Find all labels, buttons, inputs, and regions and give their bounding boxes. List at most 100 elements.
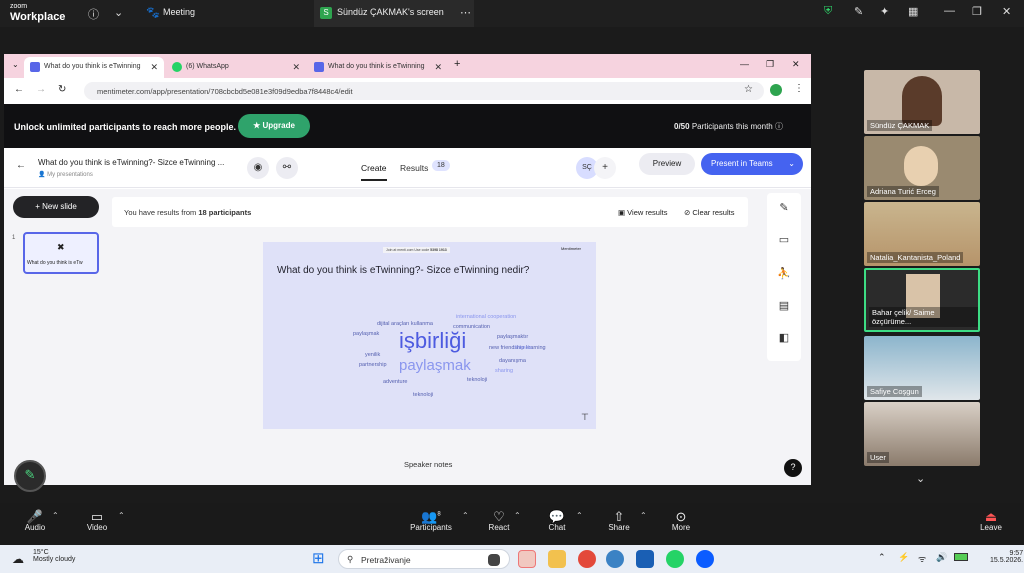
minimize-icon[interactable]: — bbox=[944, 5, 955, 17]
more-button[interactable]: ⊙ More bbox=[666, 503, 696, 532]
chevron-up-icon[interactable]: ⌃ bbox=[576, 511, 583, 520]
participant-video[interactable]: Sündüz ÇAKMAK bbox=[864, 70, 980, 134]
volume-icon[interactable]: 🔊 bbox=[936, 552, 947, 563]
share-indicator[interactable]: S Sündüz ÇAKMAK's screen bbox=[314, 0, 474, 27]
scroll-down-icon[interactable]: ⌄ bbox=[916, 472, 925, 485]
chevron-up-icon[interactable]: ⌃ bbox=[118, 511, 125, 520]
maximize-icon[interactable]: ❐ bbox=[766, 59, 774, 70]
back-icon[interactable]: ← bbox=[14, 84, 24, 95]
participants-button[interactable]: 👥8 Participants bbox=[404, 503, 458, 532]
chevron-up-icon[interactable]: ⌃ bbox=[514, 511, 521, 520]
presentation-title[interactable]: What do you think is eTwinning?- Sizce e… bbox=[38, 158, 224, 167]
more-icon: ⊙ bbox=[675, 509, 687, 524]
task-view-icon[interactable] bbox=[488, 554, 500, 566]
share-label: Share bbox=[608, 523, 630, 532]
bookmark-star-icon[interactable]: ☆ bbox=[744, 84, 753, 95]
slide-canvas[interactable]: Join at menti.com Use code 5398 1913 Men… bbox=[263, 242, 596, 429]
annotate-icon[interactable]: ✎ bbox=[854, 5, 863, 18]
upgrade-button[interactable]: ★ Upgrade bbox=[238, 114, 310, 138]
comment-icon[interactable]: ▭ bbox=[767, 233, 801, 246]
taskbar-search[interactable]: ⚲ Pretraživanje bbox=[338, 549, 510, 569]
windows-start-icon[interactable]: ⊞ bbox=[312, 549, 325, 567]
leave-icon: ⏏ bbox=[984, 509, 998, 524]
back-arrow-icon[interactable]: ← bbox=[16, 160, 26, 171]
network-icon[interactable]: ⚡ bbox=[898, 552, 909, 563]
new-tab-icon[interactable]: + bbox=[454, 58, 460, 70]
zoom-taskbar-icon[interactable] bbox=[696, 550, 714, 568]
presenter-icon[interactable]: ▤ bbox=[767, 299, 801, 312]
clear-results-button[interactable]: ⊘ Clear results bbox=[684, 208, 734, 217]
chevron-up-icon[interactable]: ⌃ bbox=[462, 511, 469, 520]
tab-menti-2[interactable]: What do you think is eTwinning ✕ bbox=[308, 57, 448, 78]
add-collaborator-icon[interactable]: + bbox=[594, 157, 616, 179]
speaker-notes[interactable]: Speaker notes bbox=[404, 460, 452, 469]
interactivity-icon[interactable]: ⛹ bbox=[767, 267, 801, 280]
participant-video[interactable]: User bbox=[864, 402, 980, 466]
share-network-icon[interactable]: ⚯ bbox=[276, 157, 298, 179]
chrome-icon[interactable] bbox=[578, 550, 596, 568]
audio-button[interactable]: 🎤 Audio bbox=[20, 503, 50, 532]
clock[interactable]: 9:57 15.5.2026. bbox=[990, 550, 1023, 564]
reload-icon[interactable]: ↻ bbox=[58, 84, 66, 95]
view-icon[interactable]: ▦ bbox=[908, 5, 918, 18]
browser-icon[interactable] bbox=[606, 550, 624, 568]
new-slide-button[interactable]: + New slide bbox=[13, 196, 99, 218]
layout-icon[interactable]: ◧ bbox=[767, 331, 801, 344]
close-tab-icon[interactable]: ✕ bbox=[434, 62, 442, 73]
tab-create[interactable]: Create bbox=[361, 163, 387, 181]
slide-thumbnail[interactable]: ✖ What do you think is eTw bbox=[23, 232, 99, 274]
participant-video[interactable]: Natalia_Kantanista_Poland bbox=[864, 202, 980, 266]
chevron-up-icon[interactable]: ⌃ bbox=[52, 511, 59, 520]
participant-video-active[interactable]: Bahar çelik/ Saime özçürüme... bbox=[864, 268, 980, 332]
wordcloud-word: teknoloji bbox=[413, 392, 434, 398]
chat-button[interactable]: 💬 Chat bbox=[542, 503, 572, 532]
wifi-icon[interactable]: ᯤ bbox=[918, 552, 926, 565]
profile-avatar[interactable] bbox=[770, 84, 782, 96]
close-icon[interactable]: ✕ bbox=[792, 59, 800, 70]
annotation-pen-button[interactable]: ✎ bbox=[14, 460, 46, 492]
tab-results[interactable]: Results bbox=[400, 163, 428, 173]
menu-icon[interactable]: ⋮ bbox=[794, 83, 804, 94]
close-tab-icon[interactable]: ✕ bbox=[150, 62, 158, 73]
maximize-icon[interactable]: ❐ bbox=[972, 5, 982, 18]
tab-menti-1[interactable]: What do you think is eTwinning ✕ bbox=[24, 57, 164, 78]
more-options-icon[interactable]: ⋯ bbox=[460, 6, 471, 19]
participant-video[interactable]: Adriana Turić Erceg bbox=[864, 136, 980, 200]
whatsapp-favicon bbox=[172, 62, 182, 72]
tray-chevron-icon[interactable]: ⌃ bbox=[878, 552, 886, 563]
view-results-button[interactable]: ▣ View results bbox=[618, 208, 667, 217]
ai-companion-icon[interactable]: ✦ bbox=[880, 5, 889, 18]
share-button[interactable]: ⇧ Share bbox=[604, 503, 634, 532]
info-icon[interactable]: ⓘ bbox=[88, 6, 99, 22]
video-button[interactable]: ▭ Video bbox=[82, 503, 112, 532]
tab-whatsapp[interactable]: (6) WhatsApp ✕ bbox=[166, 57, 306, 78]
whatsapp-icon[interactable] bbox=[666, 550, 684, 568]
file-explorer-icon[interactable] bbox=[548, 550, 566, 568]
react-button[interactable]: ♡ React bbox=[484, 503, 514, 532]
preview-button[interactable]: Preview bbox=[639, 153, 695, 175]
url-input[interactable]: mentimeter.com/app/presentation/708cbcbd… bbox=[84, 82, 764, 100]
leave-button[interactable]: ⏏ Leave bbox=[976, 503, 1006, 532]
participants-label: Participants bbox=[410, 523, 452, 532]
close-tab-icon[interactable]: ✕ bbox=[292, 62, 300, 73]
breadcrumb[interactable]: 👤 My presentations bbox=[38, 171, 93, 178]
battery-icon[interactable] bbox=[954, 553, 968, 561]
edit-icon[interactable]: ✎ bbox=[767, 201, 801, 214]
forward-icon[interactable]: → bbox=[36, 84, 46, 95]
info-icon[interactable]: ⓘ bbox=[775, 122, 783, 131]
edge-icon[interactable] bbox=[518, 550, 536, 568]
chevron-down-icon[interactable]: ⌄ bbox=[114, 6, 123, 19]
shield-icon[interactable]: ⛨ bbox=[824, 5, 832, 18]
search-icon: ⚲ bbox=[347, 554, 354, 564]
help-button[interactable]: ? bbox=[784, 459, 802, 477]
outlook-icon[interactable] bbox=[636, 550, 654, 568]
tab-search-icon[interactable]: ⌄ bbox=[12, 60, 19, 69]
weather-widget[interactable]: ☁ 15°C Mostly cloudy bbox=[12, 549, 75, 566]
close-icon[interactable]: ✕ bbox=[1002, 5, 1011, 18]
chevron-down-icon[interactable]: ⌄ bbox=[788, 159, 795, 168]
theme-icon[interactable]: ◉ bbox=[247, 157, 269, 179]
present-button[interactable]: Present in Teams ⌄ bbox=[701, 153, 803, 175]
chevron-up-icon[interactable]: ⌃ bbox=[640, 511, 647, 520]
participant-video[interactable]: Safiye Coşgun bbox=[864, 336, 980, 400]
minimize-icon[interactable]: — bbox=[740, 59, 749, 69]
